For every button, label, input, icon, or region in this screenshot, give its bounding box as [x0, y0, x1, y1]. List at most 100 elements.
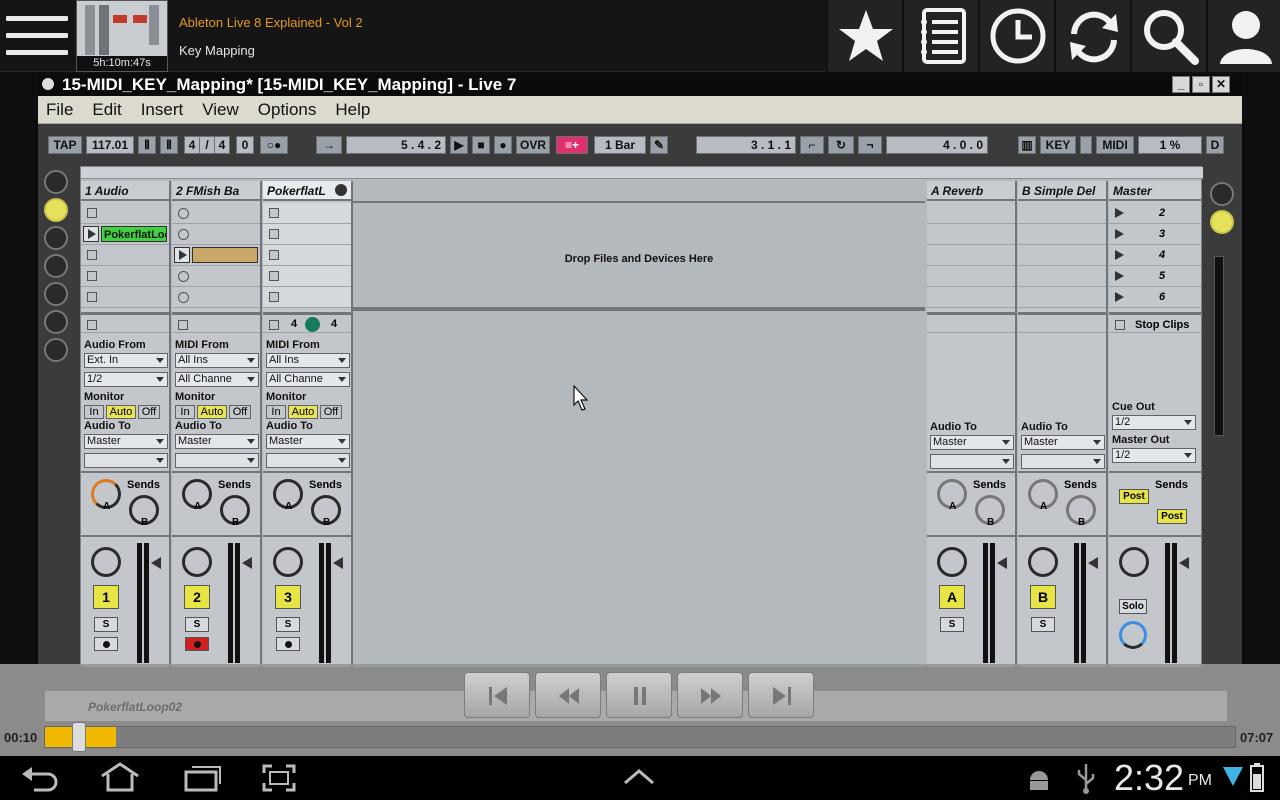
loop-start[interactable]: 3 . 1 . 1 [696, 136, 796, 154]
monitor-in-button[interactable]: In [84, 405, 104, 419]
track-title[interactable]: B Simple Del [1018, 181, 1106, 201]
scene-launch[interactable]: 3 [1109, 224, 1201, 245]
pan-knob[interactable] [1119, 547, 1149, 577]
home-icon[interactable] [98, 762, 142, 792]
clip-slot[interactable] [263, 224, 351, 245]
stop-icon[interactable] [269, 229, 279, 239]
input-type-select[interactable]: Ext. In [84, 353, 168, 368]
session-overview[interactable] [81, 167, 1203, 179]
pan-knob[interactable] [1028, 547, 1058, 577]
punch-in-button[interactable]: ⌐ [800, 136, 824, 154]
midi-map-mode-button[interactable]: MIDI [1096, 136, 1134, 154]
drop-clip-area[interactable]: Drop Files and Devices Here [353, 201, 925, 311]
scene-launch[interactable]: 2 [1109, 203, 1201, 224]
clip-slot[interactable] [172, 224, 260, 245]
browser-toggle-icon[interactable] [44, 170, 68, 194]
clip-slot[interactable] [81, 287, 169, 308]
screenshot-icon[interactable] [262, 764, 296, 792]
stop-all-icon[interactable] [269, 320, 279, 330]
track-title[interactable]: 2 FMish Ba [172, 181, 260, 201]
plugin-devices-icon[interactable] [44, 226, 68, 250]
scene-launch[interactable]: 6 [1109, 287, 1201, 308]
clip-slot[interactable] [263, 266, 351, 287]
track-activator[interactable]: B [1030, 585, 1056, 609]
stop-all-icon[interactable] [87, 320, 97, 330]
playlist-button[interactable] [902, 0, 978, 72]
stop-button[interactable]: ■ [472, 136, 490, 154]
arm-button[interactable] [185, 637, 209, 651]
output-select[interactable]: Master [175, 434, 259, 449]
solo-button[interactable]: S [94, 617, 118, 632]
menu-options[interactable]: Options [258, 100, 317, 120]
history-button[interactable] [978, 0, 1054, 72]
track-activator[interactable]: 3 [275, 585, 301, 609]
overdub-button[interactable]: OVR [516, 136, 550, 154]
clip-slot[interactable] [263, 203, 351, 224]
clip-slot[interactable] [81, 266, 169, 287]
clip-slot[interactable] [172, 245, 260, 266]
clip-slot[interactable]: PokerflatLoo [81, 224, 169, 245]
monitor-off-button[interactable]: Off [138, 405, 160, 419]
back-icon[interactable] [20, 764, 60, 792]
fold-icon[interactable] [335, 184, 347, 196]
live-devices-icon[interactable] [44, 198, 68, 222]
clip-play-icon[interactable] [174, 247, 190, 263]
clip-slot[interactable] [172, 203, 260, 224]
song-position[interactable]: 5 . 4 . 2 [346, 136, 446, 154]
stop-all-icon[interactable] [178, 320, 188, 330]
output-select[interactable]: Master [1021, 435, 1105, 450]
stop-icon[interactable] [269, 292, 279, 302]
record-button[interactable]: ● [494, 136, 512, 154]
signature-numerator[interactable]: 4 [184, 136, 200, 154]
menu-view[interactable]: View [202, 100, 239, 120]
clip-slot[interactable] [263, 287, 351, 308]
restore-icon[interactable]: ▫ [1192, 76, 1210, 93]
skip-forward-button[interactable] [748, 672, 814, 718]
overview-toggle-icon[interactable] [1210, 182, 1234, 206]
input-channel-select[interactable]: 1/2 [84, 372, 168, 387]
play-button[interactable]: ▶ [450, 136, 468, 154]
file-browser-1-icon[interactable] [44, 254, 68, 278]
minimize-icon[interactable]: _ [1172, 76, 1190, 93]
record-slot-icon[interactable] [178, 229, 189, 240]
clip-slot[interactable] [263, 245, 351, 266]
signature-denominator[interactable]: 4 [214, 136, 230, 154]
course-thumbnail[interactable]: 5h:10m:47s [76, 0, 168, 72]
output-channel-select[interactable] [930, 454, 1014, 469]
monitor-auto-button[interactable]: Auto [106, 405, 136, 419]
cue-volume-knob[interactable] [1119, 621, 1147, 649]
quantize-select[interactable]: 1 Bar [594, 136, 646, 154]
solo-button[interactable]: S [185, 617, 209, 632]
record-slot-icon[interactable] [178, 292, 189, 303]
scene-launch-icon[interactable] [1115, 208, 1124, 218]
tap-button[interactable]: TAP [48, 136, 82, 154]
track-activator[interactable]: 2 [184, 585, 210, 609]
track-title[interactable]: A Reverb [927, 181, 1015, 201]
seek-bar[interactable] [44, 726, 1236, 748]
scene-launch[interactable]: 5 [1109, 266, 1201, 287]
drop-zone[interactable]: Drop Files and Devices Here [353, 181, 925, 667]
punch-out-button[interactable]: ¬ [858, 136, 882, 154]
volume-slider[interactable] [242, 557, 252, 569]
pan-knob[interactable] [273, 547, 303, 577]
file-browser-2-icon[interactable] [44, 282, 68, 306]
solo-button[interactable]: S [1031, 617, 1055, 632]
loop-button[interactable]: ↻ [828, 136, 854, 154]
volume-slider[interactable] [997, 557, 1007, 569]
pan-knob[interactable] [937, 547, 967, 577]
hot-swap-icon[interactable] [44, 338, 68, 362]
input-channel-select[interactable]: All Channe [175, 372, 259, 387]
scene-launch-icon[interactable] [1115, 229, 1124, 239]
solo-button[interactable]: S [940, 617, 964, 632]
clip[interactable] [192, 247, 258, 263]
profile-button[interactable] [1206, 0, 1280, 72]
input-channel-select[interactable]: All Channe [266, 372, 350, 387]
monitor-in-button[interactable]: In [175, 405, 195, 419]
key-map-button[interactable]: KEY [1040, 136, 1076, 154]
close-icon[interactable]: ✕ [1212, 76, 1230, 93]
volume-slider[interactable] [1088, 557, 1098, 569]
record-slot-icon[interactable] [178, 208, 189, 219]
arm-button[interactable] [94, 637, 118, 651]
cue-out-select[interactable]: 1/2 [1112, 415, 1196, 430]
recent-apps-icon[interactable] [182, 764, 222, 792]
